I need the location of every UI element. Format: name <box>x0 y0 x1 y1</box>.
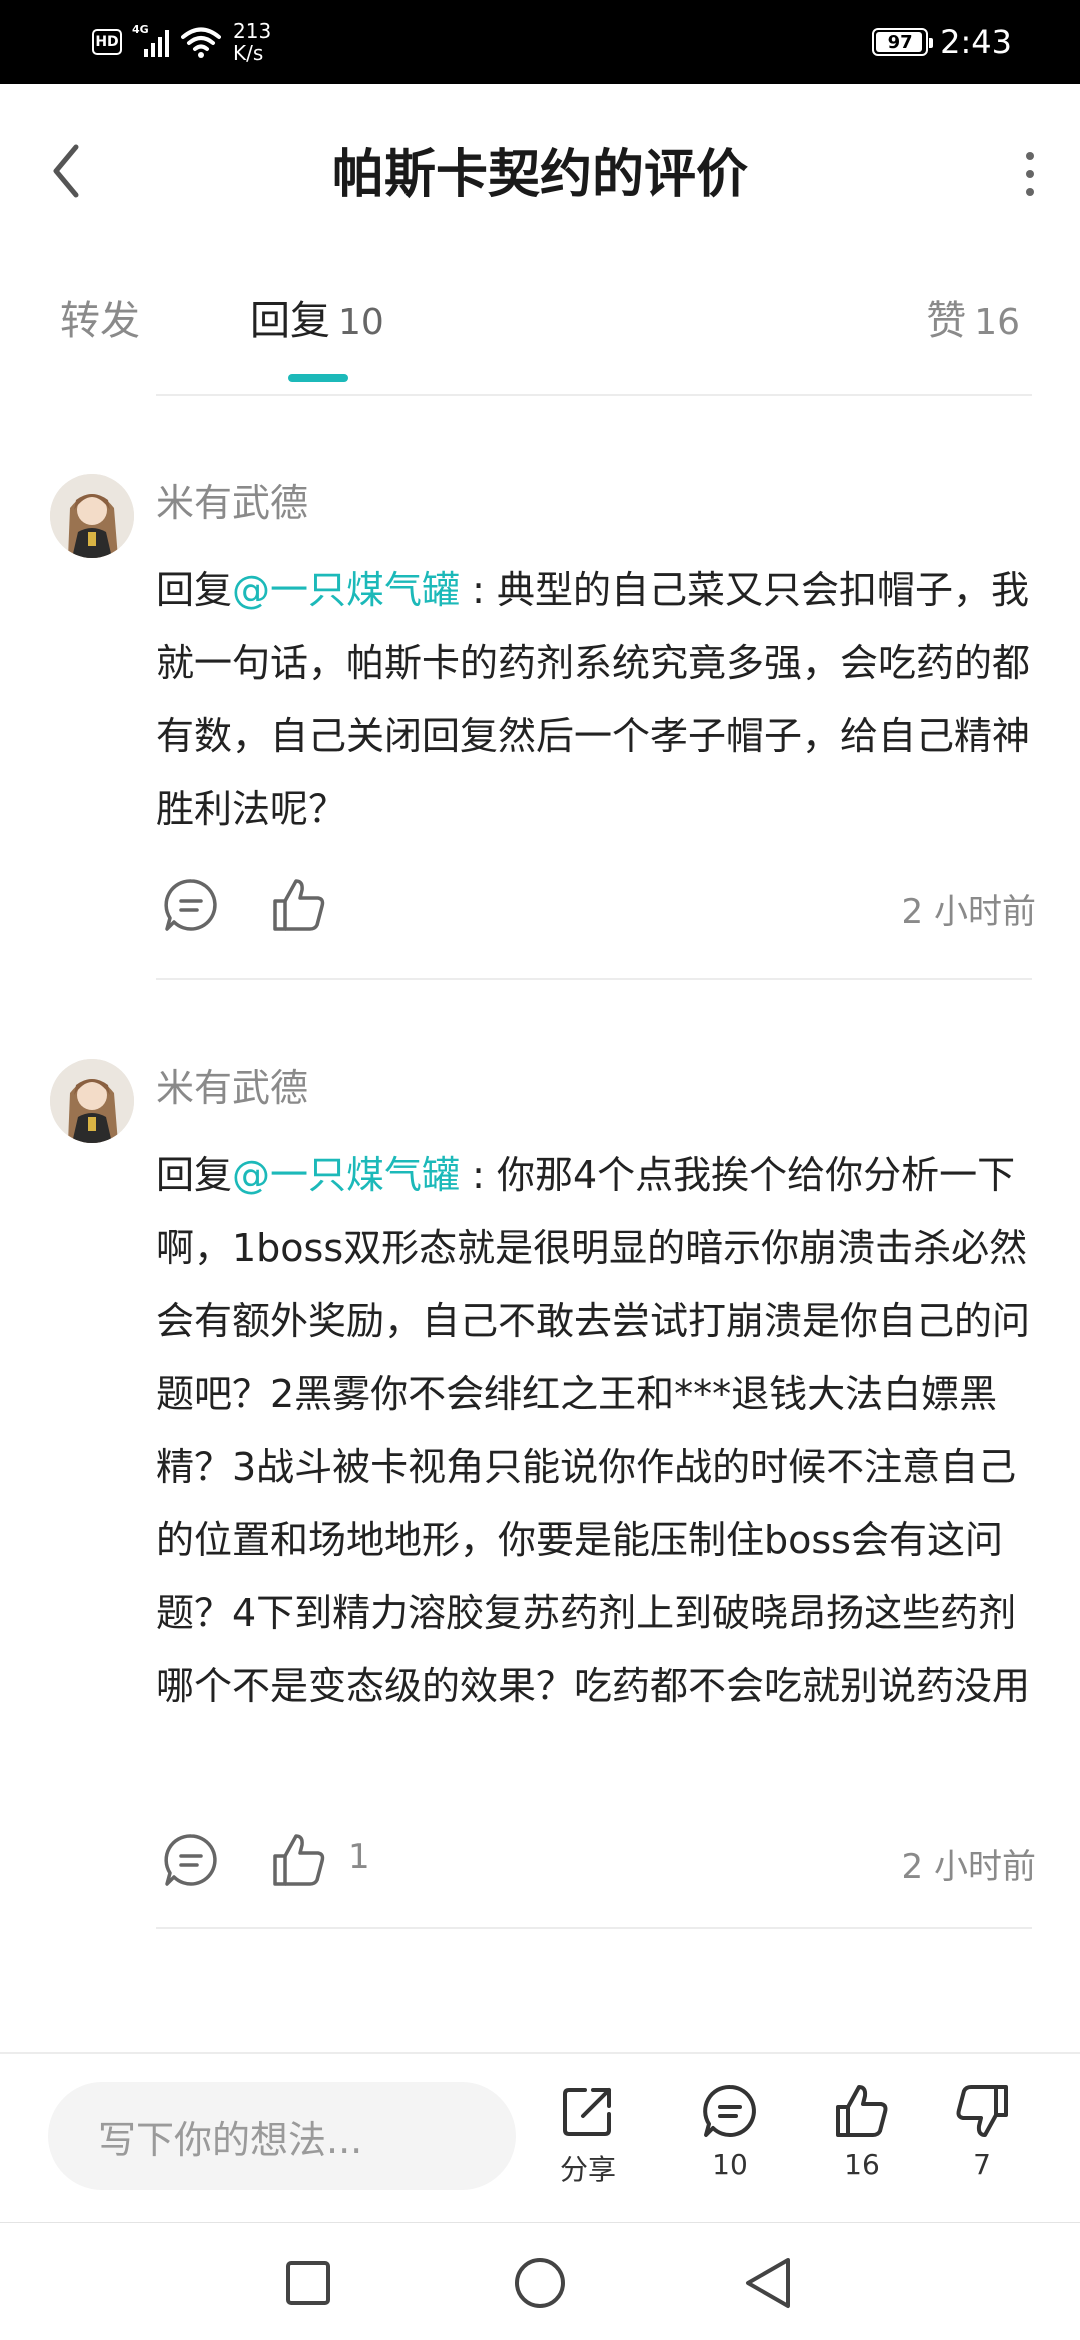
page-title: 帕斯卡契约的评价 <box>331 145 748 205</box>
reply-prefix: 回复 <box>156 568 233 612</box>
tab-like[interactable]: 赞 16 <box>926 288 1020 346</box>
tab-like-label: 赞 <box>926 298 967 344</box>
comment-input[interactable]: 写下你的想法... <box>48 2082 516 2190</box>
more-dot-icon <box>1026 170 1034 178</box>
thumbs-up-icon <box>273 1834 325 1886</box>
more-dot-icon <box>1026 152 1034 160</box>
comment-actions: 2 小时前 <box>156 870 1036 940</box>
network-type: 4G <box>132 23 149 36</box>
comment-icon <box>164 1834 217 1886</box>
user-avatar-image <box>50 1059 134 1143</box>
system-back-button[interactable] <box>738 2253 798 2313</box>
share-label: 分享 <box>559 2153 616 2186</box>
status-bar: HD 4G 213 K/s 97 2:43 <box>0 0 1080 84</box>
triangle-back-icon <box>746 2258 790 2308</box>
comment-time: 2 小时前 <box>901 1847 1036 1887</box>
cellular-signal-icon: 4G <box>132 23 169 57</box>
recent-apps-button[interactable] <box>278 2253 338 2313</box>
tab-like-count: 16 <box>974 302 1020 343</box>
divider <box>156 1927 1032 1929</box>
thumbs-up-icon <box>836 2085 888 2137</box>
user-avatar-image <box>50 474 134 558</box>
comment-actions: 1 2 小时前 <box>156 1825 1036 1895</box>
thumbs-down-icon <box>956 2085 1008 2137</box>
mention-link[interactable]: @一只煤气罐 <box>232 568 460 612</box>
avatar[interactable] <box>50 1059 134 1143</box>
comment-icon <box>703 2084 756 2137</box>
network-speed: 213 K/s <box>233 20 271 64</box>
like-button[interactable] <box>264 1825 334 1895</box>
battery-level: 97 <box>887 31 913 53</box>
like-button[interactable] <box>264 870 334 940</box>
active-tab-indicator <box>288 374 348 382</box>
mention-link[interactable]: @一只煤气罐 <box>232 1153 460 1197</box>
home-button[interactable] <box>510 2253 570 2313</box>
hd-icon: HD <box>92 29 122 55</box>
comment-time: 2 小时前 <box>901 892 1036 932</box>
speed-value: 213 <box>233 19 272 43</box>
reply-count-button[interactable]: 10 <box>680 2082 780 2202</box>
speed-unit: K/s <box>233 41 264 65</box>
comment-username[interactable]: 米有武德 <box>156 1057 308 1112</box>
dislike-count: 7 <box>973 2148 991 2181</box>
tab-reply-label: 回复 <box>250 298 330 344</box>
like-count: 16 <box>844 2148 880 2181</box>
thumbs-up-icon <box>273 879 325 931</box>
comment-username[interactable]: 米有武德 <box>156 472 308 527</box>
tab-repost-label: 转发 <box>60 298 140 344</box>
more-options-button[interactable] <box>1010 144 1050 204</box>
comment-like-count: 1 <box>348 1837 370 1877</box>
reply-button[interactable] <box>156 1825 226 1895</box>
comment-body: : 你那4个点我挨个给你分析一下啊，1boss双形态就是很明显的暗示你崩溃击杀必… <box>156 1153 1031 1708</box>
share-button[interactable]: 分享 <box>538 2082 638 2202</box>
wifi-icon <box>181 27 221 58</box>
dislike-count-button[interactable]: 7 <box>932 2082 1032 2202</box>
avatar[interactable] <box>50 474 134 558</box>
tab-bar: 转发 回复 10 赞 16 <box>0 256 1080 396</box>
more-dot-icon <box>1026 188 1034 196</box>
reply-count: 10 <box>712 2148 748 2181</box>
comment-text: 回复@一只煤气罐 : 典型的自己菜又只会扣帽子，我就一句话，帕斯卡的药剂系统究竟… <box>156 554 1036 846</box>
like-count-button[interactable]: 16 <box>812 2082 912 2202</box>
square-icon <box>286 2261 330 2305</box>
bottom-action-bar: 写下你的想法... 分享 10 16 7 <box>0 2052 1080 2222</box>
reply-prefix: 回复 <box>156 1153 233 1197</box>
clock: 2:43 <box>940 23 1012 61</box>
battery-icon: 97 <box>872 28 934 56</box>
comment-icon <box>164 879 217 931</box>
circle-icon <box>515 2258 565 2308</box>
tab-reply-count: 10 <box>338 302 384 343</box>
divider <box>156 978 1032 980</box>
comment-text: 回复@一只煤气罐 : 你那4个点我挨个给你分析一下啊，1boss双形态就是很明显… <box>156 1139 1036 1723</box>
divider <box>156 394 1032 396</box>
system-nav-bar <box>0 2222 1080 2340</box>
share-icon <box>563 2088 611 2136</box>
header: 帕斯卡契约的评价 <box>0 84 1080 256</box>
reply-button[interactable] <box>156 870 226 940</box>
tab-repost[interactable]: 转发 <box>60 288 140 346</box>
tab-reply[interactable]: 回复 10 <box>250 288 384 346</box>
comment-input-placeholder: 写下你的想法... <box>98 2117 363 2162</box>
